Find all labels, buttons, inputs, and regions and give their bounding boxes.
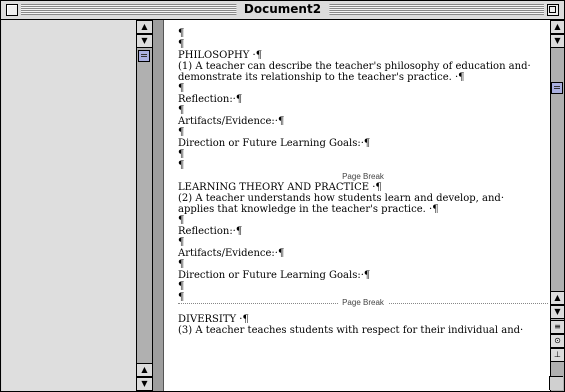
doc-line: applies that knowledge in the teacher's … [178, 204, 439, 215]
reflection-label: Reflection:·¶ [178, 226, 243, 237]
heading-diversity: DIVERSITY ·¶ [178, 314, 249, 325]
artifacts-label: Artifacts/Evidence:·¶ [178, 116, 285, 127]
doc-line: (3) A teacher teaches students with resp… [178, 325, 524, 336]
artifacts-label: Artifacts/Evidence:·¶ [178, 248, 285, 259]
doc-line: ¶ [178, 215, 185, 226]
resize-grip-icon[interactable] [549, 376, 563, 390]
page-break-marker: Page Break [178, 298, 548, 314]
zoom-box-icon[interactable] [547, 4, 559, 16]
right-scroll-thumb[interactable] [551, 82, 563, 94]
goals-label: Direction or Future Learning Goals:·¶ [178, 270, 371, 281]
right-scroll-end-down-arrow-icon[interactable]: ▼ [551, 305, 564, 319]
browse-next-icon[interactable]: ⊥ [551, 348, 564, 362]
doc-line: ¶ [178, 281, 185, 292]
document-body[interactable]: ¶ ¶ PHILOSOPHY ·¶ (1) A teacher can desc… [178, 28, 548, 336]
document-page[interactable]: ¶ ¶ PHILOSOPHY ·¶ (1) A teacher can desc… [164, 20, 550, 391]
select-browse-object-icon[interactable]: ⊙ [551, 334, 564, 348]
title-bar[interactable]: Document2 [1, 1, 564, 20]
left-scroll-end-up-arrow-icon[interactable]: ▲ [137, 363, 152, 377]
doc-line: ¶ [178, 28, 185, 39]
document-window: Document2 ▲ ▼ ▲ ▼ ¶ ¶ PHILOSOPHY ·¶ (1) … [0, 0, 565, 392]
page-gutter [153, 20, 164, 391]
doc-line: ¶ [178, 105, 185, 116]
doc-line: ¶ [178, 127, 185, 138]
heading-philosophy: PHILOSOPHY ·¶ [178, 50, 263, 61]
page-break-label: Page Break [338, 298, 388, 307]
doc-line: ¶ [178, 83, 185, 94]
reflection-label: Reflection:·¶ [178, 94, 243, 105]
left-scroll-thumb[interactable] [138, 50, 150, 62]
doc-line: (2) A teacher understands how students l… [178, 193, 504, 204]
right-scroll-end-up-arrow-icon[interactable]: ▲ [551, 291, 564, 305]
goals-label: Direction or Future Learning Goals:·¶ [178, 138, 371, 149]
browse-list-icon[interactable]: ≡ [551, 320, 564, 334]
close-box-icon[interactable] [6, 4, 18, 16]
doc-line: (1) A teacher can describe the teacher's… [178, 61, 531, 72]
doc-line: ¶ [178, 259, 185, 270]
window-title: Document2 [235, 2, 330, 17]
left-scroll-down-arrow-icon[interactable]: ▼ [137, 34, 152, 48]
document-map-pane[interactable] [2, 20, 137, 391]
left-scroll-up-arrow-icon[interactable]: ▲ [137, 20, 152, 34]
doc-line: ¶ [178, 160, 185, 171]
heading-learning-theory: LEARNING THEORY AND PRACTICE ·¶ [178, 182, 382, 193]
doc-line: demonstrate its relationship to the teac… [178, 72, 465, 83]
right-scrollbar[interactable]: ▲ ▼ ▲ ▼ ≡ ⊙ ⊥ [550, 20, 565, 391]
left-scrollbar[interactable]: ▲ ▼ ▲ ▼ [136, 20, 153, 391]
right-scroll-down-arrow-icon[interactable]: ▼ [551, 34, 564, 48]
left-scroll-end-down-arrow-icon[interactable]: ▼ [137, 377, 152, 391]
doc-line: ¶ [178, 237, 185, 248]
page-break-marker: Page Break [342, 172, 384, 181]
doc-line: ¶ [178, 39, 185, 50]
right-scroll-up-arrow-icon[interactable]: ▲ [551, 20, 564, 34]
doc-line: ¶ [178, 149, 185, 160]
